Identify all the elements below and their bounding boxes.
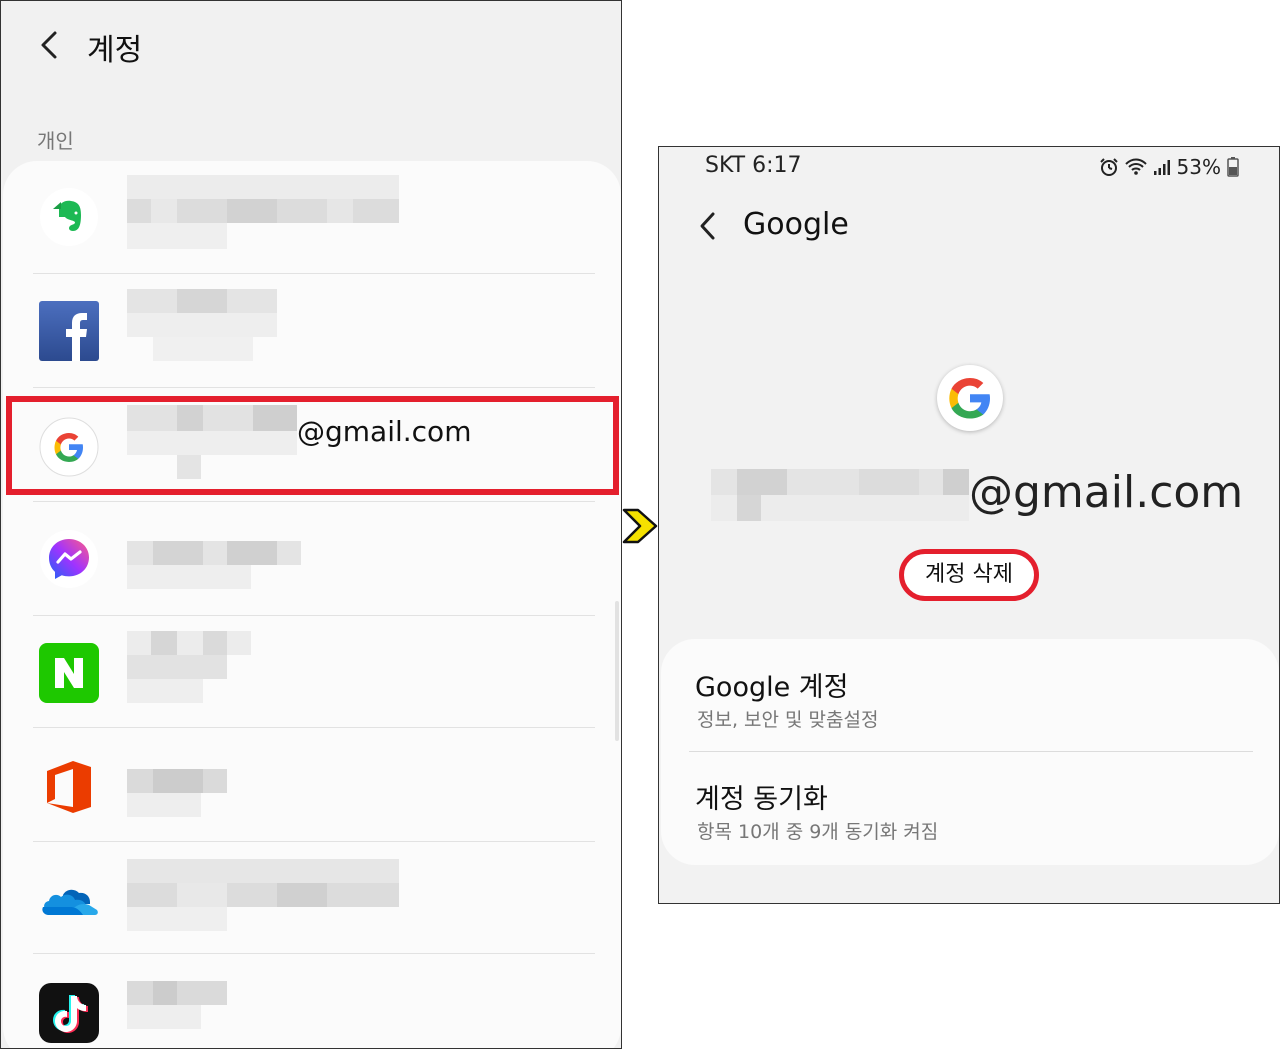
divider [33,615,595,616]
chevron-right-icon [622,508,658,544]
office-icon [47,761,91,813]
scrollbar[interactable] [615,601,619,741]
google-icon [949,378,990,419]
list-item[interactable] [3,617,621,727]
remove-account-button[interactable]: 계정 삭제 [899,549,1039,601]
messenger-icon [40,530,98,588]
divider [33,501,595,502]
section-label: 개인 [37,129,74,153]
page-title: Google [743,207,849,242]
signal-icon [1153,160,1170,175]
list-item[interactable] [3,731,621,841]
divider [689,751,1253,752]
alarm-icon [1099,158,1118,176]
divider [33,953,595,954]
facebook-icon [39,301,99,361]
battery-icon [1227,157,1239,177]
divider [33,273,595,274]
highlight-box [6,396,619,495]
status-bar-carrier: SKT 6:17 [705,153,802,178]
divider [33,841,595,842]
evernote-icon [40,188,98,246]
clock: 6:17 [752,153,802,178]
google-logo [937,365,1003,431]
list-item[interactable] [3,161,621,271]
page-title: 계정 [87,33,143,68]
naver-icon [39,643,99,703]
list-item[interactable] [3,957,621,1048]
settings-item-title: 계정 동기화 [695,784,828,815]
settings-list: Google 계정 정보, 보안 및 맞춤설정 계정 동기화 항목 10개 중 … [661,639,1279,865]
divider [33,387,595,388]
settings-item-subtitle: 정보, 보안 및 맞춤설정 [697,709,879,731]
settings-item-title: Google 계정 [695,672,849,703]
wifi-icon [1124,158,1147,175]
tiktok-icon [39,983,99,1043]
accounts-screen: 계정 개인 @gmail.com [0,0,622,1049]
back-icon[interactable] [695,209,721,243]
list-item[interactable] [3,845,621,955]
account-list: @gmail.com [3,161,621,1048]
google-account-screen: SKT 6:17 53% Google @gmail.com 계정 삭제 Goo… [658,146,1280,904]
settings-item-subtitle: 항목 10개 중 9개 동기화 켜짐 [697,821,939,843]
back-icon[interactable] [35,27,65,63]
account-email: @gmail.com [969,467,1244,518]
carrier-label: SKT [705,153,746,178]
battery-percent: 53% [1176,155,1221,179]
status-icons: 53% [1099,155,1239,179]
list-item[interactable] [3,503,621,613]
onedrive-icon [42,889,98,915]
list-item[interactable] [3,275,621,385]
divider [33,727,595,728]
